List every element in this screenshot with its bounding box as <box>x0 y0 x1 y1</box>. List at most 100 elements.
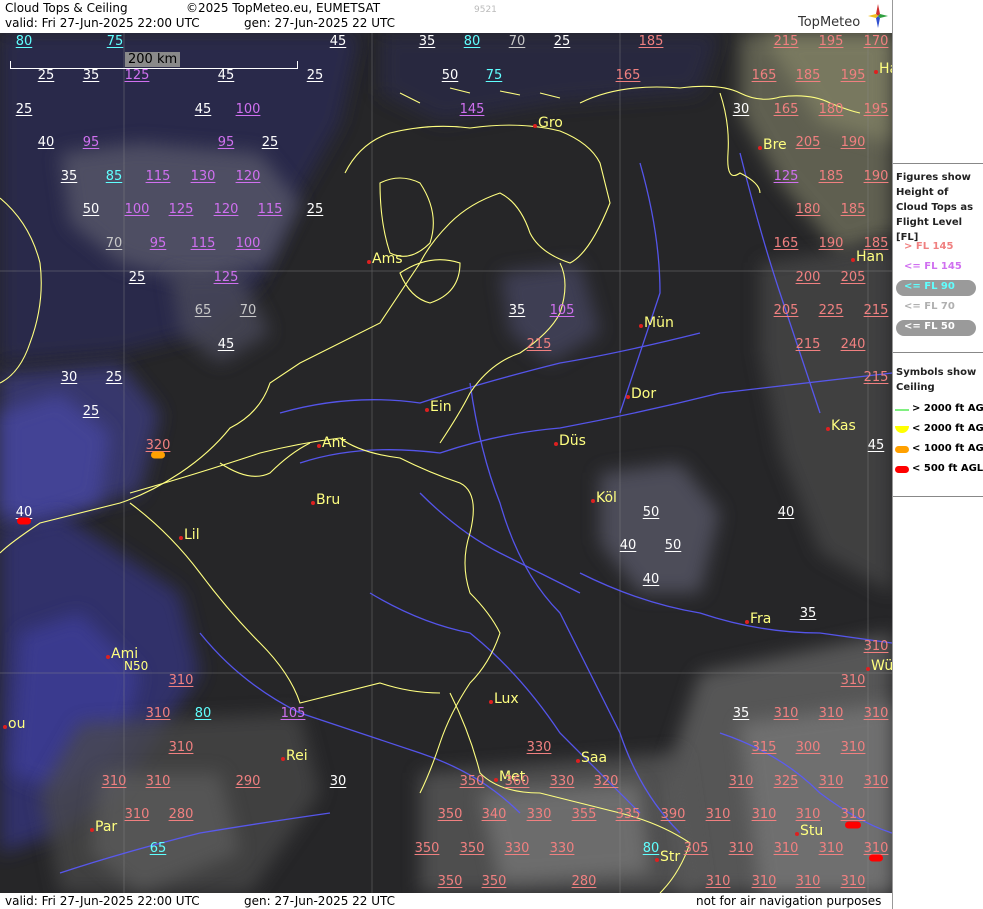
cloud-top-value: 185 <box>863 236 889 251</box>
legend-symbol-label: > 2000 ft AGL <box>912 403 983 414</box>
city-dot <box>866 667 870 671</box>
scale-bar-label: 200 km <box>125 52 181 67</box>
cloud-top-value: 390 <box>660 807 686 822</box>
city-label: Köl <box>591 491 617 506</box>
legend-panel: Figures show Height of Cloud Tops as Fli… <box>892 0 983 909</box>
cloud-top-value: 35 <box>508 303 526 318</box>
cloud-top-value: 310 <box>795 807 821 822</box>
legend-class-label: > FL 145 <box>904 241 954 252</box>
cloud-top-value: 80 <box>194 706 212 721</box>
city-name: Lux <box>494 691 519 707</box>
cloud-top-value: 310 <box>145 706 171 721</box>
city-dot <box>317 444 321 448</box>
compass-logo-icon <box>868 4 888 28</box>
city-name: Kas <box>831 418 856 434</box>
cloud-top-value: 290 <box>235 774 261 789</box>
city-name: Bru <box>316 492 341 508</box>
city-label: Rei <box>281 748 308 764</box>
cloud-top-value: 65 <box>194 303 212 318</box>
cloud-top-value: 105 <box>280 706 306 721</box>
cloud-top-value: 95 <box>149 236 167 251</box>
cloud-top-value: 280 <box>168 807 194 822</box>
image-code: 9521 <box>474 5 497 15</box>
cloud-top-value: 355 <box>571 807 597 822</box>
legend-symbol-row: > 2000 ft AGL <box>893 401 983 419</box>
cloud-top-value: 35 <box>60 169 78 184</box>
cloud-top-value: 185 <box>818 169 844 184</box>
legend-symbol-row: < 1000 ft AGL <box>893 441 983 459</box>
cloud-top-value: 45 <box>329 34 347 49</box>
city-name: Han <box>856 249 884 265</box>
city-dot <box>106 655 110 659</box>
city-label: Fra <box>745 612 771 627</box>
city-name: Düs <box>559 433 586 449</box>
cloud-top-value: 310 <box>705 807 731 822</box>
ceiling-symbol <box>17 517 31 525</box>
city-dot <box>795 832 799 836</box>
city-label: Par <box>90 820 117 835</box>
cloud-top-value: 25 <box>128 270 146 285</box>
cloud-top-value: 70 <box>508 34 526 49</box>
city-name: Lil <box>184 527 200 543</box>
city-label: Saa <box>576 750 608 766</box>
cloud-top-value: 350 <box>459 841 485 856</box>
cloud-top-value: 130 <box>190 169 216 184</box>
footer-gen-time: gen: 27-Jun-2025 22 UTC <box>244 894 396 908</box>
legend-class-label: <= FL 90 <box>904 281 955 292</box>
city-name: Ein <box>430 399 452 415</box>
copyright: ©2025 TopMeteo.eu, EUMETSAT <box>186 1 381 15</box>
cloud-top-value: 180 <box>795 202 821 217</box>
cloud-top-value: 190 <box>863 169 889 184</box>
cloud-top-value: 35 <box>799 606 817 621</box>
cloud-top-value: 315 <box>751 740 777 755</box>
cloud-top-value: 80 <box>15 34 33 49</box>
city-dot <box>626 395 630 399</box>
cloud-top-value: 310 <box>818 706 844 721</box>
city-label: Lil <box>179 527 200 543</box>
cloud-top-value: 105 <box>549 303 575 318</box>
city-dot <box>311 501 315 505</box>
valid-time: valid: Fri 27-Jun-2025 22:00 UTC <box>5 16 200 30</box>
cloud-top-value: 215 <box>526 337 552 352</box>
disclaimer: not for air navigation purposes <box>696 894 882 908</box>
cloud-top-value: 125 <box>168 202 194 217</box>
city-dot <box>533 124 537 128</box>
city-dot <box>639 324 643 328</box>
city-label: Bru <box>311 492 341 508</box>
cloud-top-value: 70 <box>239 303 257 318</box>
city-label: Düs <box>554 433 586 449</box>
city-label: Ams <box>367 252 403 267</box>
city-name: Ant <box>322 435 346 451</box>
cloud-top-value: 310 <box>728 841 754 856</box>
cloud-top-value: 330 <box>504 841 530 856</box>
cloud-top-value: 310 <box>863 639 889 654</box>
ceiling-symbol <box>845 821 861 829</box>
legend-class-row: <= FL 145 <box>893 259 983 277</box>
city-name: Saa <box>581 750 608 766</box>
satellite-map[interactable]: 200 km N50 GroAmsBreHanHaMünEinDorAntDüs… <box>0 33 892 893</box>
cloud-top-value: 165 <box>773 102 799 117</box>
cloud-top-value: 25 <box>82 404 100 419</box>
cloud-top-value: 310 <box>840 807 866 822</box>
city-name: Rei <box>286 748 308 764</box>
legend-symbol-row: < 2000 ft AGL <box>893 421 983 439</box>
cloud-top-value: 120 <box>213 202 239 217</box>
city-dot <box>576 759 580 763</box>
city-label: Kas <box>826 418 856 434</box>
header-bar: Cloud Tops & Ceiling ©2025 TopMeteo.eu, … <box>0 0 892 33</box>
cloud-top-value: 310 <box>168 740 194 755</box>
city-dot <box>851 258 855 262</box>
cloud-top-value: 350 <box>414 841 440 856</box>
cloud-top-value: 30 <box>732 102 750 117</box>
cloud-top-value: 40 <box>642 572 660 587</box>
city-label: Han <box>851 249 884 265</box>
city-dot <box>758 146 762 150</box>
cloud-top-value: 145 <box>459 102 485 117</box>
gen-time: gen: 27-Jun-2025 22 UTC <box>244 16 396 30</box>
cloud-top-value: 310 <box>795 874 821 889</box>
cloud-top-value: 35 <box>732 706 750 721</box>
cloud-top-value: 350 <box>481 874 507 889</box>
cloud-top-value: 240 <box>840 337 866 352</box>
city-dot <box>179 536 183 540</box>
cloud-top-value: 310 <box>818 841 844 856</box>
